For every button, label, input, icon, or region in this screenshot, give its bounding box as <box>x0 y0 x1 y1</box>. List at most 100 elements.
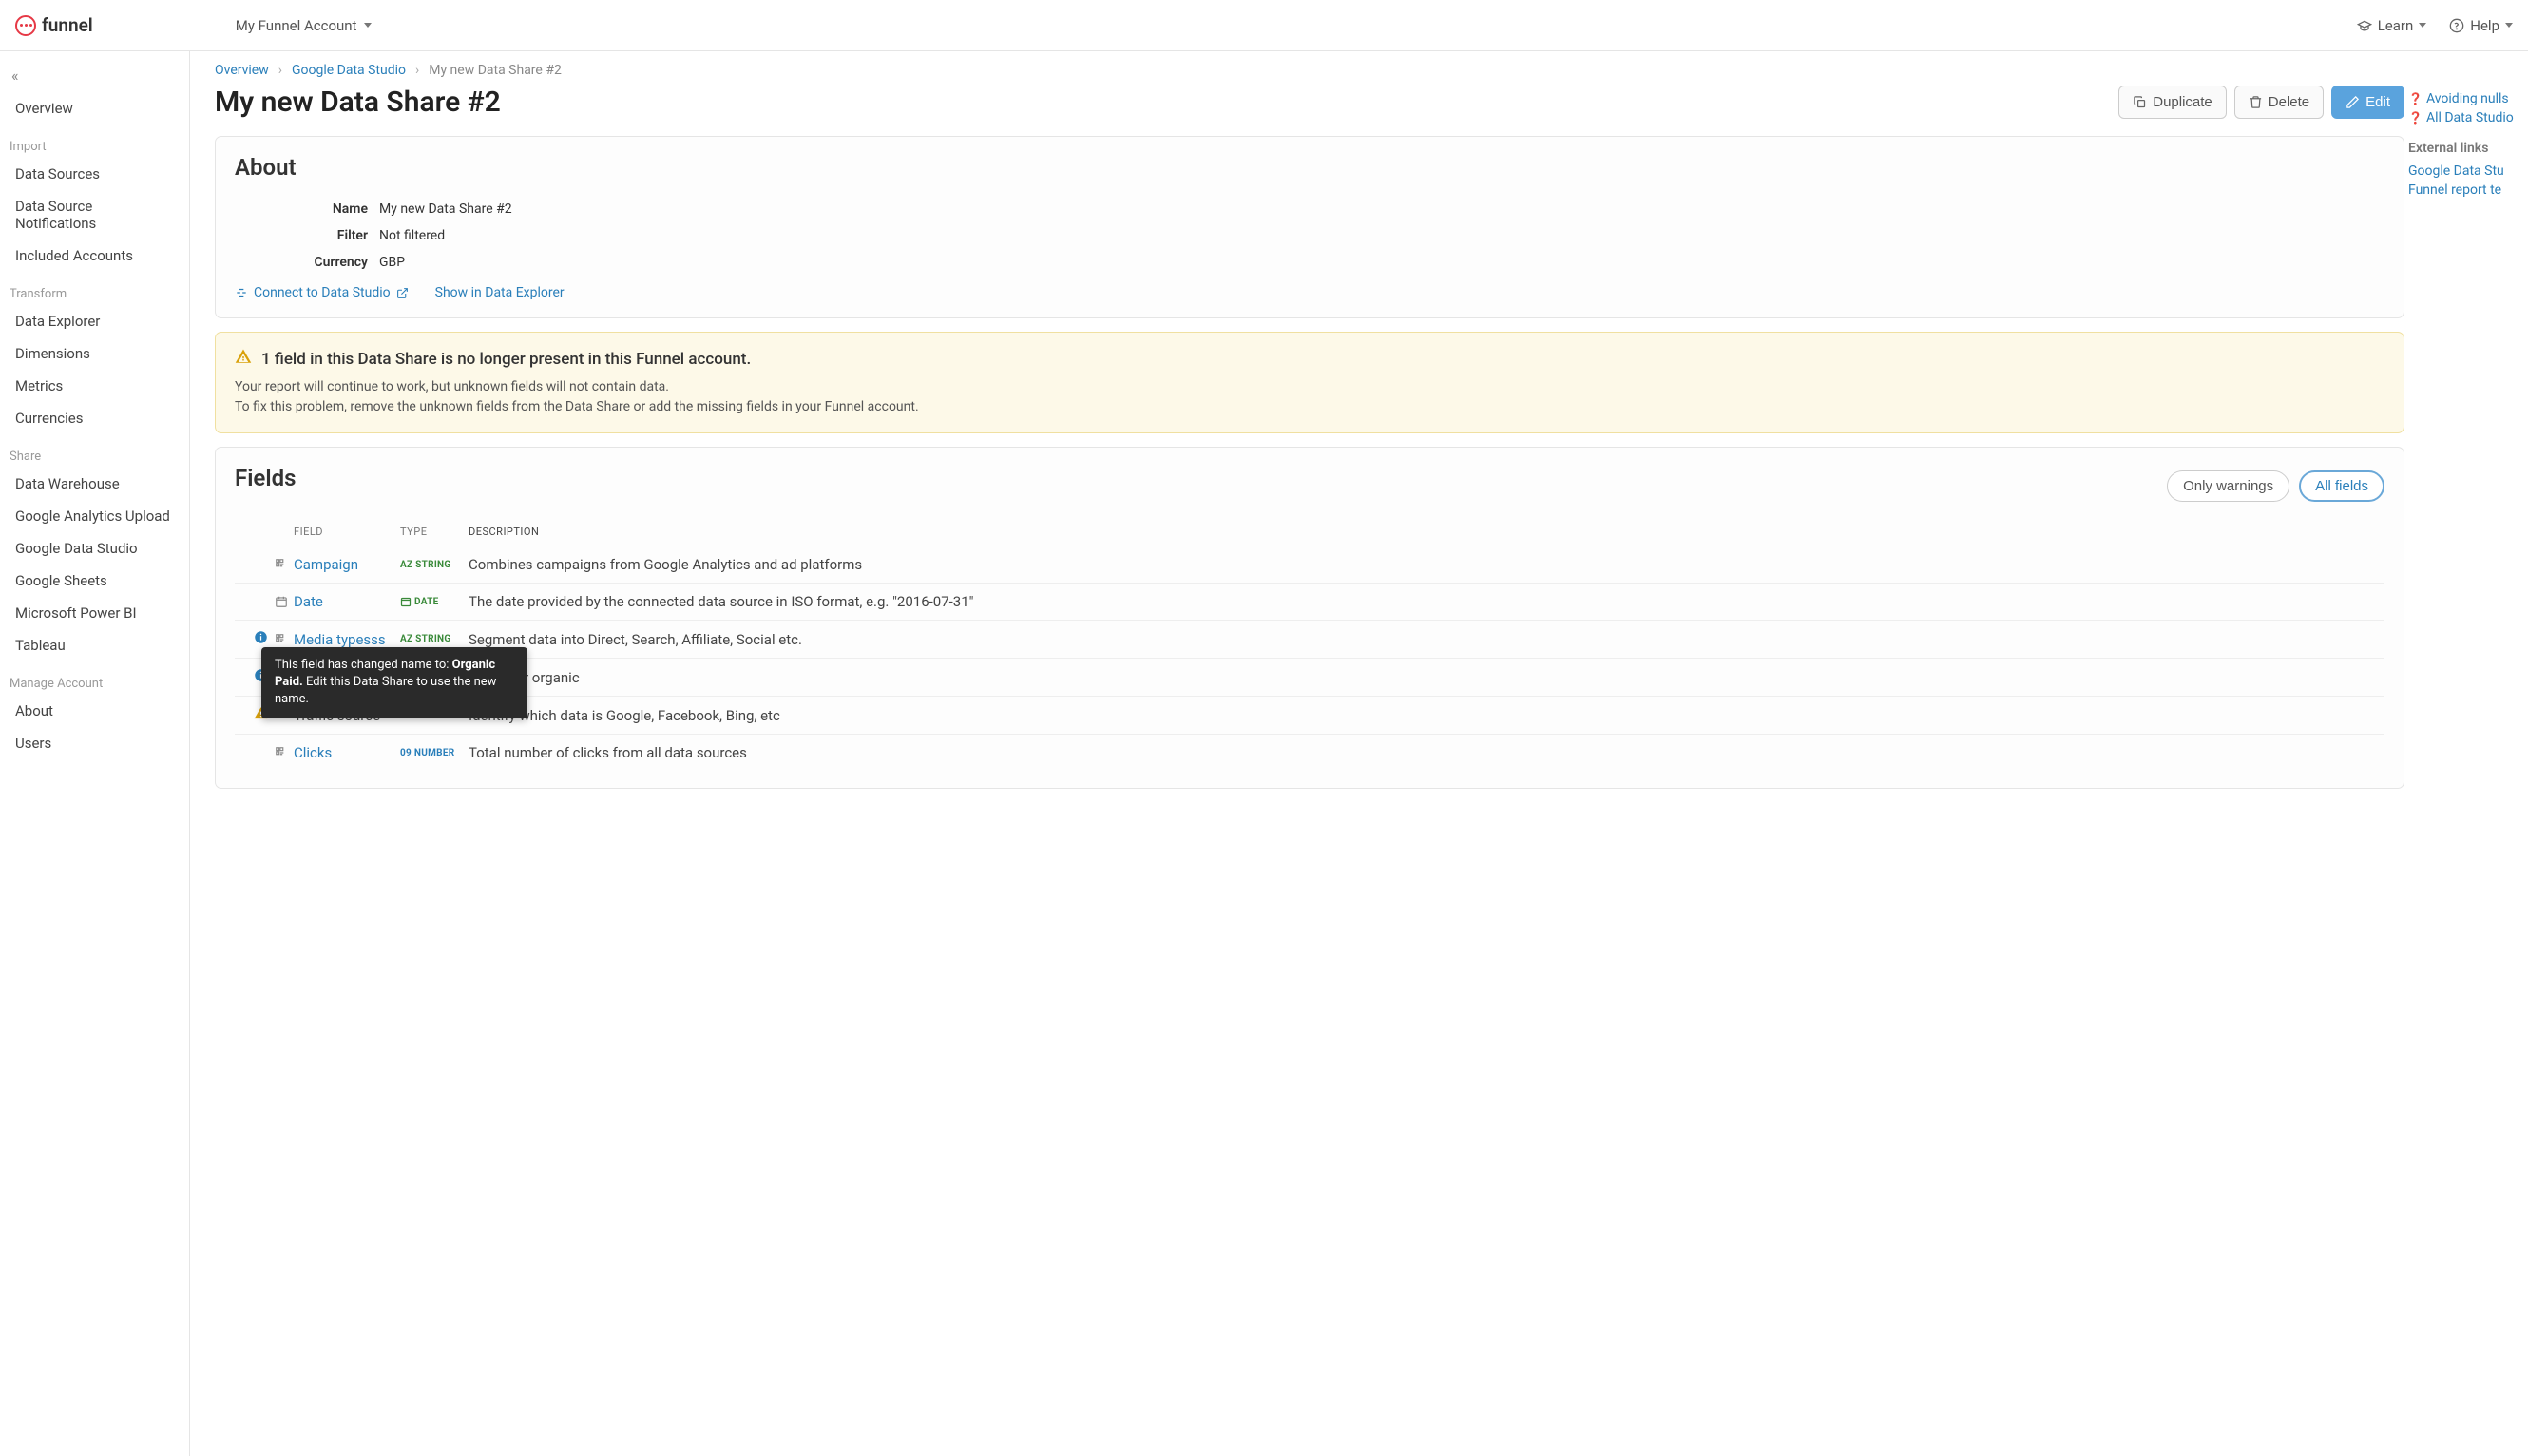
breadcrumb: Overview › Google Data Studio › My new D… <box>215 63 2528 78</box>
table-row: Date DATEThe date provided by the connec… <box>235 583 2384 620</box>
warning-banner: 1 field in this Data Share is no longer … <box>215 332 2404 433</box>
connect-data-studio-link[interactable]: Connect to Data Studio <box>235 285 409 300</box>
about-currency-label: Currency <box>235 255 379 270</box>
table-row: Media typesss AZ STRINGSegment data into … <box>235 620 2384 658</box>
sidebar-item[interactable]: Google Data Studio <box>0 532 189 565</box>
sidebar-item[interactable]: Google Analytics Upload <box>0 500 189 532</box>
external-links-heading: External links <box>2408 141 2528 156</box>
sidebar: « Overview ImportData SourcesData Source… <box>0 51 190 1456</box>
column-header-description: DESCRIPTION <box>469 526 2365 538</box>
question-icon: ❓ <box>2408 92 2423 105</box>
type-badge: AZ STRING <box>400 634 469 644</box>
sidebar-item[interactable]: Data Warehouse <box>0 468 189 500</box>
type-badge: DATE <box>400 596 469 607</box>
logo-icon <box>15 15 36 36</box>
table-row: CampaignAZ STRINGCombines campaigns from… <box>235 546 2384 583</box>
field-name[interactable]: Media typesss <box>294 631 386 648</box>
help-link[interactable]: ❓All Data Studio <box>2408 108 2528 127</box>
sidebar-item[interactable]: Google Sheets <box>0 565 189 597</box>
sidebar-item[interactable]: Currencies <box>0 402 189 434</box>
warning-icon <box>235 348 252 370</box>
field-name[interactable]: Clicks <box>294 744 332 761</box>
table-row: Traffic sourceAZ STRINGIdentify which da… <box>235 696 2384 734</box>
sidebar-item[interactable]: Metrics <box>0 370 189 402</box>
chevron-down-icon <box>364 23 372 28</box>
field-type-icon <box>275 595 294 608</box>
sidebar-item[interactable]: Tableau <box>0 629 189 661</box>
field-description: The date provided by the connected data … <box>469 593 2365 610</box>
column-header-type: TYPE <box>400 526 469 538</box>
field-type-icon <box>275 633 294 646</box>
page-title: My new Data Share #2 <box>215 86 501 119</box>
sidebar-group-heading: Transform <box>0 272 189 305</box>
sidebar-item[interactable]: Included Accounts <box>0 239 189 272</box>
field-description: Total number of clicks from all data sou… <box>469 744 2365 761</box>
field-type-icon <box>275 746 294 759</box>
sidebar-item[interactable]: Microsoft Power BI <box>0 597 189 629</box>
sidebar-group-heading: Manage Account <box>0 661 189 695</box>
info-icon <box>254 630 268 648</box>
breadcrumb-current: My new Data Share #2 <box>429 63 562 78</box>
help-icon <box>2449 18 2464 33</box>
collapse-sidebar-button[interactable]: « <box>0 59 189 92</box>
field-type-icon <box>275 558 294 571</box>
column-header-field: FIELD <box>294 526 400 538</box>
sidebar-item[interactable]: Users <box>0 727 189 759</box>
external-link[interactable]: Google Data Stu <box>2408 162 2528 181</box>
about-name-label: Name <box>235 201 379 217</box>
sidebar-item[interactable]: Data Explorer <box>0 305 189 337</box>
main-content: Overview › Google Data Studio › My new D… <box>190 51 2528 1456</box>
table-row: to paid or organicThis field has changed… <box>235 658 2384 696</box>
help-menu[interactable]: Help <box>2449 17 2513 34</box>
about-heading: About <box>235 154 2384 181</box>
chevron-right-icon: › <box>415 63 419 78</box>
duplicate-button[interactable]: Duplicate <box>2118 86 2227 119</box>
about-currency-value: GBP <box>379 255 405 270</box>
warning-line: To fix this problem, remove the unknown … <box>235 397 2384 417</box>
trash-icon <box>2249 95 2263 109</box>
sidebar-item[interactable]: Dimensions <box>0 337 189 370</box>
account-switcher[interactable]: My Funnel Account <box>236 17 373 34</box>
external-link-icon <box>396 287 409 299</box>
filter-all-fields[interactable]: All fields <box>2299 470 2384 502</box>
chevron-down-icon <box>2505 23 2513 28</box>
sidebar-group-heading: Share <box>0 434 189 468</box>
sidebar-item-overview[interactable]: Overview <box>0 92 189 125</box>
about-card: About NameMy new Data Share #2 FilterNot… <box>215 136 2404 318</box>
about-filter-label: Filter <box>235 228 379 243</box>
about-filter-value: Not filtered <box>379 228 445 243</box>
breadcrumb-link[interactable]: Overview <box>215 63 269 78</box>
connect-icon <box>235 286 248 299</box>
field-name[interactable]: Campaign <box>294 556 358 573</box>
warning-title-text: 1 field in this Data Share is no longer … <box>261 350 751 369</box>
fields-card: Fields Only warnings All fields FIELD TY… <box>215 447 2404 789</box>
learn-menu[interactable]: Learn <box>2357 17 2427 34</box>
field-description: Segment data into Direct, Search, Affili… <box>469 631 2365 648</box>
chevron-right-icon: › <box>278 63 282 78</box>
help-link[interactable]: ❓Avoiding nulls <box>2408 89 2528 108</box>
external-link[interactable]: Funnel report te <box>2408 181 2528 200</box>
warning-line: Your report will continue to work, but u… <box>235 377 2384 397</box>
delete-button[interactable]: Delete <box>2234 86 2324 119</box>
sidebar-item[interactable]: Data Source Notifications <box>0 190 189 239</box>
sidebar-item[interactable]: Data Sources <box>0 158 189 190</box>
field-name[interactable]: Date <box>294 593 323 610</box>
logo[interactable]: funnel <box>15 14 93 36</box>
filter-only-warnings[interactable]: Only warnings <box>2167 470 2289 502</box>
type-badge: AZ STRING <box>400 560 469 570</box>
table-row: Clicks09 NUMBERTotal number of clicks fr… <box>235 734 2384 771</box>
learn-icon <box>2357 18 2372 33</box>
chevron-down-icon <box>2419 23 2426 28</box>
sidebar-group-heading: Import <box>0 125 189 158</box>
copy-icon <box>2133 95 2147 109</box>
edit-button[interactable]: Edit <box>2331 86 2404 119</box>
breadcrumb-link[interactable]: Google Data Studio <box>292 63 406 78</box>
show-in-explorer-link[interactable]: Show in Data Explorer <box>435 285 565 300</box>
topbar: funnel My Funnel Account Learn Help <box>0 0 2528 51</box>
about-name-value: My new Data Share #2 <box>379 201 512 217</box>
field-description: Identify which data is Google, Facebook,… <box>469 707 2365 724</box>
fields-heading: Fields <box>235 465 296 491</box>
pencil-icon <box>2346 95 2360 109</box>
sidebar-item[interactable]: About <box>0 695 189 727</box>
question-icon: ❓ <box>2408 111 2423 125</box>
